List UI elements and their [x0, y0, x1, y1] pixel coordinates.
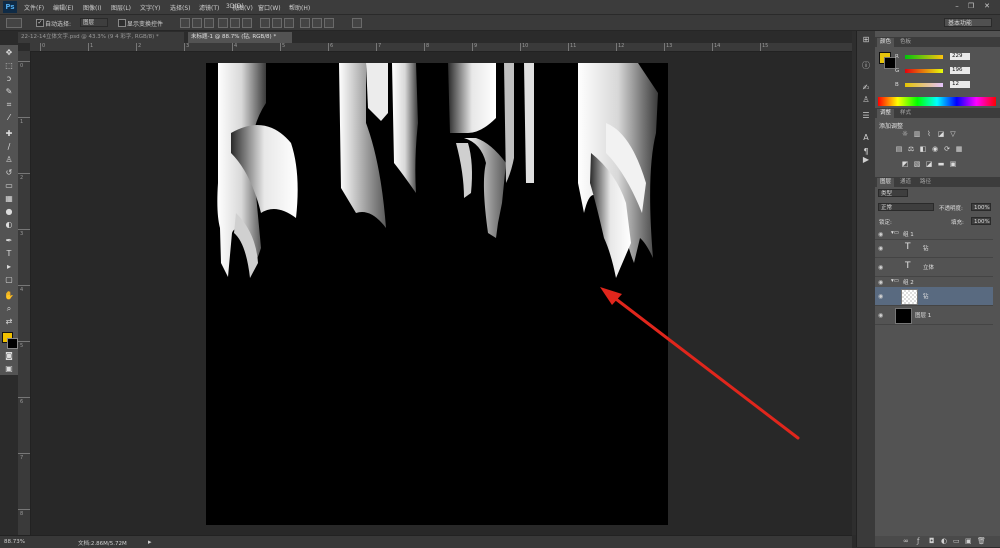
clone-source-icon[interactable]: ♙ [861, 95, 871, 104]
character-panel-icon[interactable]: A [861, 133, 871, 142]
black-white-icon[interactable]: ◧ [919, 146, 927, 153]
group-folder-icon: ▾▭ [891, 230, 899, 236]
group-folder-icon: ▾▭ [891, 278, 899, 284]
adjustment-layer-icon[interactable]: ◐ [941, 537, 947, 545]
tab-swatches[interactable]: 色板 [897, 38, 914, 47]
layer-style-icon[interactable]: ƒ [917, 537, 919, 545]
r-label: R [895, 54, 899, 60]
posterize-icon[interactable]: ▧ [913, 161, 921, 168]
gradient-map-icon[interactable]: ▬ [937, 161, 945, 168]
info-panel-icon[interactable]: ⓘ [861, 61, 871, 70]
link-layers-icon[interactable]: ∞ [903, 537, 909, 545]
visibility-eye-icon[interactable]: ◉ [878, 293, 883, 300]
exposure-icon[interactable]: ◪ [937, 131, 945, 138]
visibility-eye-icon[interactable]: ◉ [878, 279, 883, 286]
vibrance-icon[interactable]: ▽ [949, 131, 957, 138]
b-label: B [895, 82, 899, 88]
layer-thumbnail [901, 289, 918, 305]
opacity-label: 不透明度: [939, 206, 963, 212]
status-menu-arrow-icon[interactable]: ▸ [148, 538, 152, 546]
tab-styles[interactable]: 样式 [897, 109, 914, 118]
color-spectrum[interactable] [878, 97, 996, 106]
brightness-icon[interactable]: ☼ [901, 131, 909, 138]
layer-filter-kind[interactable]: 类型 [878, 189, 908, 197]
layer-name: 图层 1 [915, 313, 932, 319]
visibility-eye-icon[interactable]: ◉ [878, 245, 883, 252]
g-slider[interactable] [905, 69, 943, 73]
opacity-field[interactable]: 100% [971, 203, 991, 211]
invert-icon[interactable]: ◩ [901, 161, 909, 168]
zoom-level[interactable]: 88.73% [4, 539, 25, 545]
layer-row-pixel-zuan[interactable]: ◉ 钻 [875, 287, 993, 306]
tab-color[interactable]: 颜色 [877, 38, 895, 47]
b-value[interactable]: 12 [950, 81, 970, 88]
brush-panel-icon[interactable]: ✍ [861, 83, 871, 92]
r-slider[interactable] [905, 55, 943, 59]
visibility-eye-icon[interactable]: ◉ [878, 264, 883, 271]
new-group-icon[interactable]: ▭ [953, 537, 960, 545]
tab-layers[interactable]: 图层 [877, 178, 895, 187]
photo-filter-icon[interactable]: ◉ [931, 146, 939, 153]
color-panel-header: 颜色 色板 [875, 37, 1000, 47]
tab-channels[interactable]: 通道 [897, 178, 914, 187]
doc-size: 文档:2.86M/5.72M [78, 541, 127, 547]
r-value[interactable]: 229 [950, 53, 970, 60]
hue-sat-icon[interactable]: ▤ [895, 146, 903, 153]
delete-layer-icon[interactable]: 🗑 [977, 537, 986, 545]
adjust-panel-header: 调整 样式 [875, 108, 1000, 118]
lock-label: 锁定: [879, 220, 892, 226]
b-slider[interactable] [905, 83, 943, 87]
curves-icon[interactable]: ⌇ [925, 131, 933, 138]
text-layer-icon: T [905, 242, 911, 252]
layer-name: 组 1 [903, 232, 914, 238]
panel-dock: ⊞ ⓘ ✍ ♙ ☰ A ¶ ▶ [856, 31, 875, 547]
color-lookup-icon[interactable]: ▦ [955, 146, 963, 153]
g-label: G [895, 68, 900, 74]
color-balance-icon[interactable]: ⚖ [907, 146, 915, 153]
adjust-panel-title: 添加调整 [879, 123, 904, 130]
play-panel-icon[interactable]: ▶ [861, 155, 871, 164]
history-panel-icon[interactable]: ⊞ [861, 35, 871, 44]
status-bar: 88.73% 文档:2.86M/5.72M ▸ [0, 535, 852, 548]
layer-name: 钻 [923, 294, 929, 300]
actions-panel-icon[interactable]: ☰ [861, 111, 871, 120]
right-panels: 颜色 色板 R 229 G 196 B 12 调整 样式 添加调整 ☼ ▥ ⌇ … [875, 31, 1000, 547]
text-layer-icon: T [905, 261, 911, 271]
new-layer-icon[interactable]: ▣ [965, 537, 972, 545]
layer-row-text-zuan[interactable]: ◉ T 钻 [875, 239, 993, 258]
layer-name: 组 2 [903, 280, 914, 286]
annotation-arrow [600, 287, 800, 440]
layer-row-layer-1[interactable]: ◉ 图层 1 [875, 306, 993, 325]
selective-color-icon[interactable]: ▣ [949, 161, 957, 168]
add-mask-icon[interactable]: ◘ [929, 537, 935, 545]
layer-name: 立体 [923, 265, 935, 271]
threshold-icon[interactable]: ◪ [925, 161, 933, 168]
g-value[interactable]: 196 [950, 67, 970, 74]
fill-field[interactable]: 100% [971, 217, 991, 225]
levels-icon[interactable]: ▥ [913, 131, 921, 138]
layer-name: 钻 [923, 246, 929, 252]
tab-paths[interactable]: 路径 [917, 178, 934, 187]
blend-mode-dropdown[interactable]: 正常 [878, 203, 934, 211]
layers-panel-header: 图层 通道 路径 [875, 177, 1000, 187]
layers-list: ◉ ▾▭ 组 1 ◉ T 钻 ◉ T 立体 ◉ ▾▭ 组 2 ◉ 钻 ◉ 图层 … [875, 229, 1000, 337]
visibility-eye-icon[interactable]: ◉ [878, 231, 883, 238]
visibility-eye-icon[interactable]: ◉ [878, 312, 883, 319]
layer-thumbnail [895, 308, 912, 324]
layer-row-text-liti[interactable]: ◉ T 立体 [875, 258, 993, 277]
channel-mixer-icon[interactable]: ⟳ [943, 146, 951, 153]
fill-label: 填充: [951, 220, 964, 226]
layers-footer: ∞ ƒ ◘ ◐ ▭ ▣ 🗑 [875, 536, 1000, 547]
tab-adjustments[interactable]: 调整 [877, 109, 895, 118]
